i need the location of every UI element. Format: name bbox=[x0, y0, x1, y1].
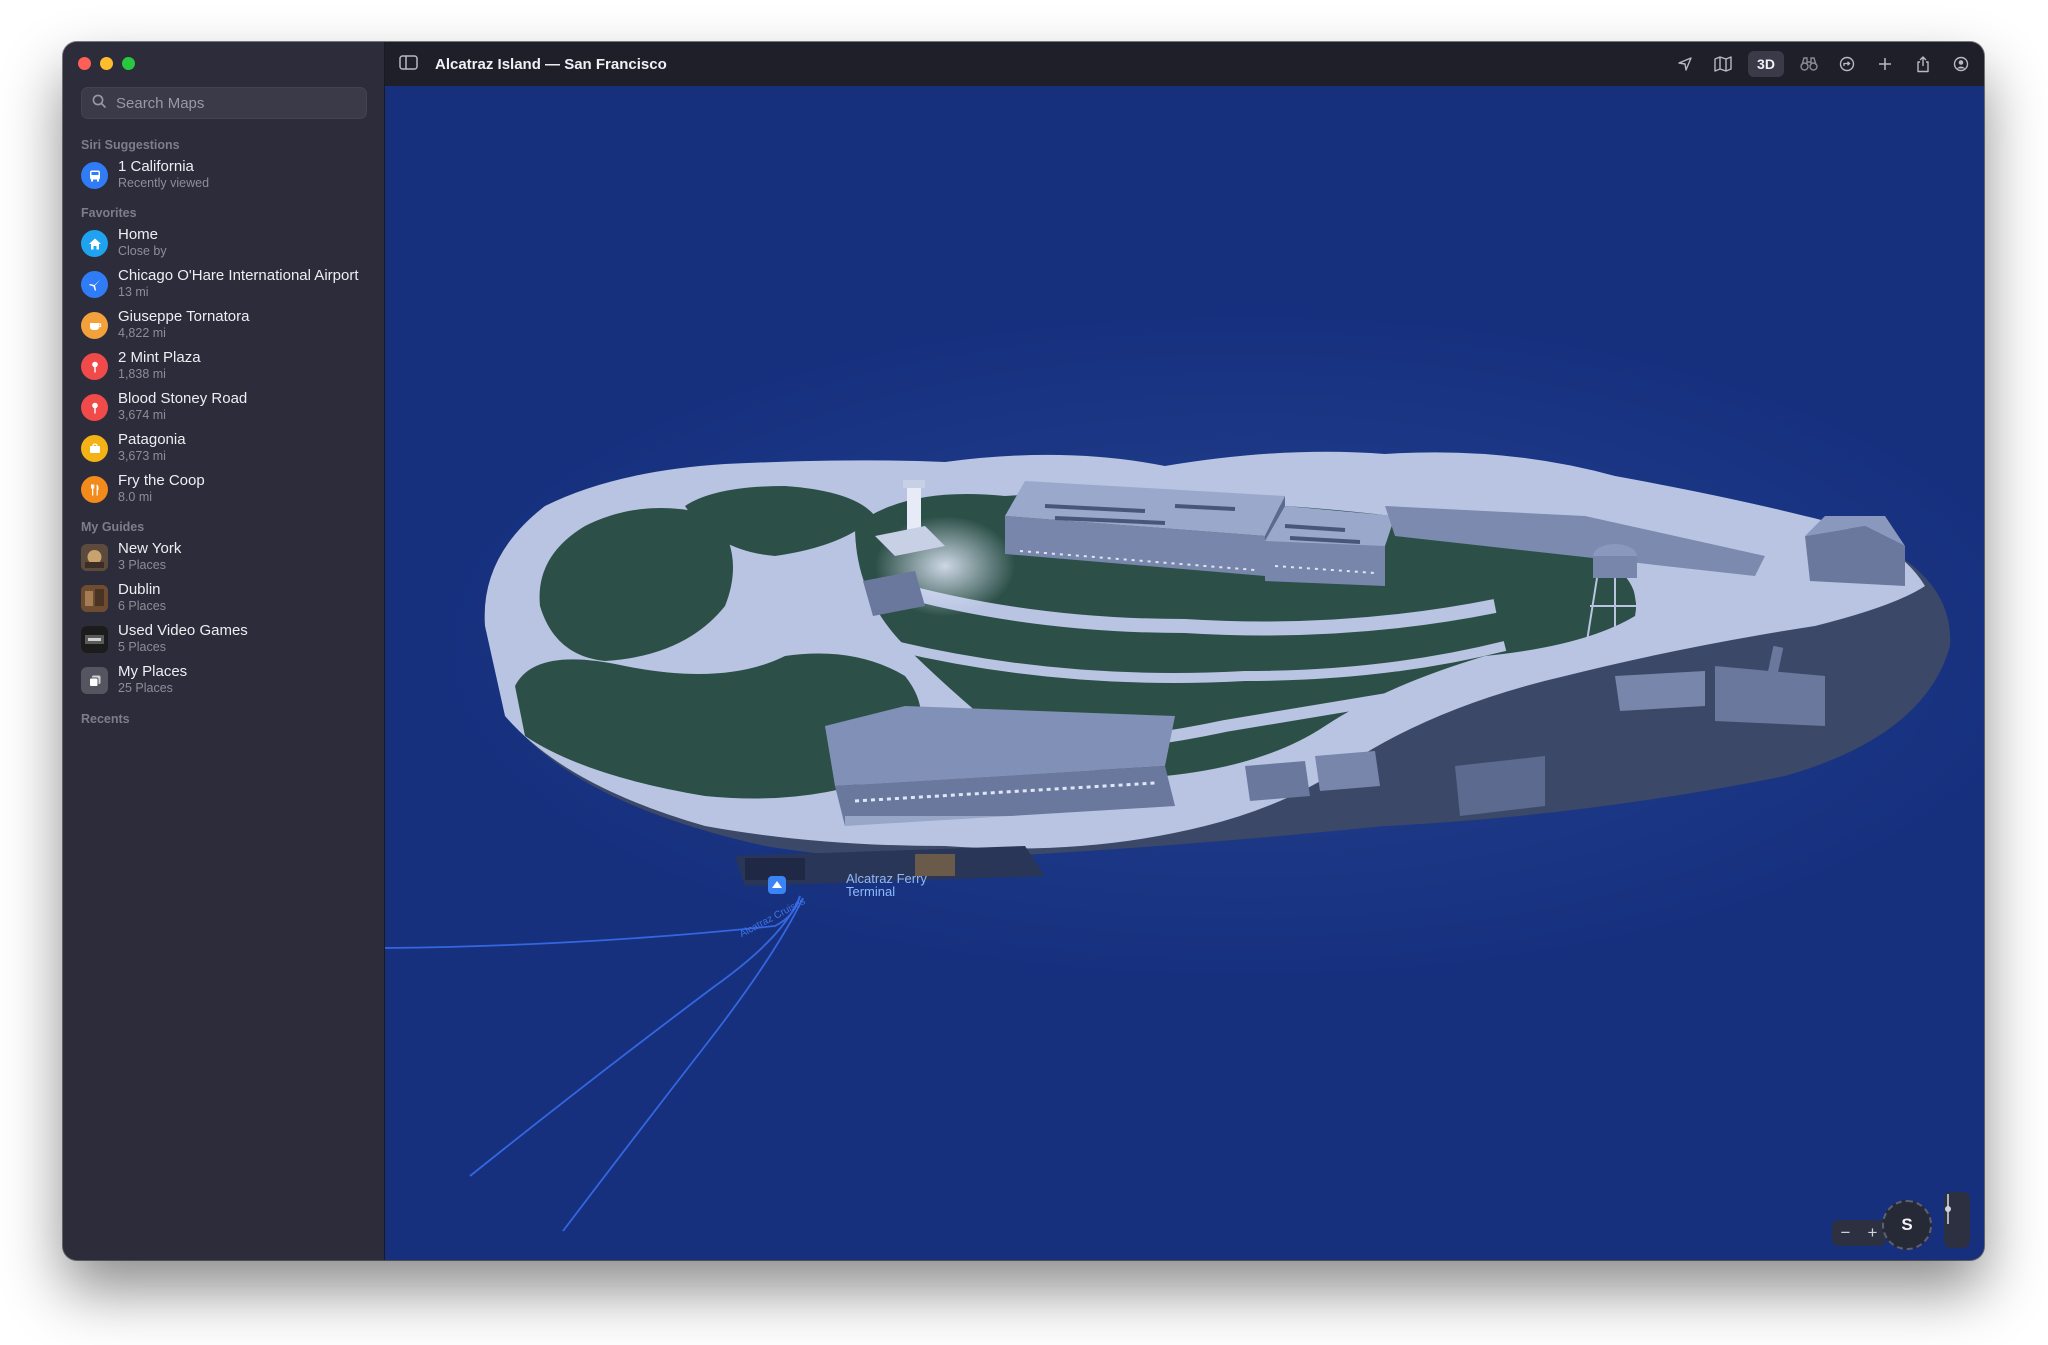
lighthouse-top bbox=[903, 480, 925, 488]
item-subtitle: 4,822 mi bbox=[118, 326, 166, 340]
account-icon[interactable] bbox=[1948, 51, 1974, 77]
3d-button[interactable]: 3D bbox=[1748, 51, 1784, 77]
item-title: Home bbox=[118, 226, 159, 243]
guide-item-my-places[interactable]: My Places 25 Places bbox=[81, 663, 381, 701]
section-favorites: Favorites bbox=[81, 206, 137, 220]
favorite-item-2-mint-plaza[interactable]: 2 Mint Plaza 1,838 mi bbox=[81, 349, 381, 387]
pitch-slider[interactable] bbox=[1944, 1192, 1970, 1248]
location-arrow-icon[interactable] bbox=[1672, 51, 1698, 77]
item-title: Used Video Games bbox=[118, 622, 248, 639]
home-icon bbox=[81, 230, 108, 257]
pin-icon bbox=[81, 353, 108, 380]
ferry-terminal-label-line-2[interactable]: Terminal bbox=[846, 885, 895, 898]
search-input[interactable] bbox=[114, 93, 358, 113]
ruins-building bbox=[1455, 756, 1545, 816]
favorite-item-home[interactable]: Home Close by bbox=[81, 226, 381, 264]
guide-thumb-icon bbox=[81, 626, 108, 653]
item-subtitle: 8.0 mi bbox=[118, 490, 153, 504]
traffic-lights bbox=[78, 57, 135, 70]
directions-icon[interactable] bbox=[1834, 51, 1860, 77]
bus-icon bbox=[81, 162, 108, 189]
favorite-item-fry-the-coop[interactable]: Fry the Coop 8.0 mi bbox=[81, 472, 381, 510]
search-icon bbox=[92, 94, 106, 113]
toolbar: Alcatraz Island — San Francisco 3D bbox=[385, 42, 1984, 87]
section-recents: Recents bbox=[81, 712, 130, 726]
guide-item-dublin[interactable]: Dublin 6 Places bbox=[81, 581, 381, 619]
item-subtitle: 6 Places bbox=[118, 599, 166, 613]
item-title: 1 California bbox=[118, 158, 194, 175]
guide-item-used-video-games[interactable]: Used Video Games 5 Places bbox=[81, 622, 381, 660]
item-subtitle: 13 mi bbox=[118, 285, 149, 299]
map-mode-icon[interactable] bbox=[1710, 51, 1736, 77]
guide-thumb-icon bbox=[81, 544, 108, 571]
item-subtitle: Close by bbox=[118, 244, 167, 258]
favorite-item-giuseppe-tornatora[interactable]: Giuseppe Tornatora 4,822 mi bbox=[81, 308, 381, 346]
building bbox=[1245, 761, 1310, 801]
shopping-icon bbox=[81, 435, 108, 462]
close-window-button[interactable] bbox=[78, 57, 91, 70]
favorite-item-chicago-ohare[interactable]: Chicago O'Hare International Airport 13 m… bbox=[81, 267, 381, 305]
item-subtitle: 3,673 mi bbox=[118, 449, 166, 463]
item-subtitle: 3 Places bbox=[118, 558, 166, 572]
item-title: Chicago O'Hare International Airport bbox=[118, 267, 359, 284]
item-title: My Places bbox=[118, 663, 188, 680]
collection-icon bbox=[81, 667, 108, 694]
siri-item-1-california[interactable]: 1 California Recently viewed bbox=[81, 158, 381, 196]
favorite-item-patagonia[interactable]: Patagonia 3,673 mi bbox=[81, 431, 381, 469]
sidebar: Siri Suggestions 1 CaliforniaRecently vi… bbox=[63, 42, 385, 1260]
cup-icon bbox=[81, 312, 108, 339]
ferry-terminal-pin[interactable] bbox=[768, 876, 786, 894]
guide-item-new-york[interactable]: New York 3 Places bbox=[81, 540, 381, 578]
toolbar-actions: 3D bbox=[1672, 42, 1974, 86]
building bbox=[1615, 671, 1705, 711]
zoom-in-button[interactable]: + bbox=[1868, 1223, 1878, 1243]
item-title: Dublin bbox=[118, 581, 161, 598]
power-house bbox=[1715, 666, 1825, 726]
pin-icon bbox=[81, 394, 108, 421]
map-view[interactable]: Alcatraz Ferry Terminal Alcatraz Cruises… bbox=[385, 86, 1984, 1260]
airplane-icon bbox=[81, 271, 108, 298]
item-title: Patagonia bbox=[118, 431, 186, 448]
building bbox=[1315, 751, 1380, 791]
zoom-out-button[interactable]: − bbox=[1841, 1223, 1851, 1243]
item-subtitle: 3,674 mi bbox=[118, 408, 166, 422]
minimize-window-button[interactable] bbox=[100, 57, 113, 70]
add-icon[interactable] bbox=[1872, 51, 1898, 77]
water-tower-body bbox=[1593, 556, 1637, 578]
sidebar-toggle-icon[interactable] bbox=[399, 54, 419, 77]
item-title: Blood Stoney Road bbox=[118, 390, 248, 407]
item-subtitle: 5 Places bbox=[118, 640, 166, 654]
maps-window: Siri Suggestions 1 CaliforniaRecently vi… bbox=[63, 42, 1984, 1260]
favorite-item-blood-stoney-road[interactable]: Blood Stoney Road 3,674 mi bbox=[81, 390, 381, 428]
compass-heading: S bbox=[1901, 1215, 1913, 1234]
zoom-control: − + bbox=[1832, 1220, 1886, 1246]
item-subtitle: 1,838 mi bbox=[118, 367, 166, 381]
share-icon[interactable] bbox=[1910, 51, 1936, 77]
item-title: Fry the Coop bbox=[118, 472, 205, 489]
fork-knife-icon bbox=[81, 476, 108, 503]
building-64-balcony bbox=[845, 816, 1165, 830]
item-title: Giuseppe Tornatora bbox=[118, 308, 250, 325]
item-title: 2 Mint Plaza bbox=[118, 349, 201, 366]
item-title: New York bbox=[118, 540, 182, 557]
search-field[interactable] bbox=[81, 87, 367, 119]
item-subtitle: Recently viewed bbox=[118, 176, 210, 190]
compass-button[interactable]: S bbox=[1882, 1200, 1932, 1250]
item-subtitle: 25 Places bbox=[118, 681, 173, 695]
window-title: Alcatraz Island — San Francisco bbox=[435, 55, 667, 73]
zoom-window-button[interactable] bbox=[122, 57, 135, 70]
guide-thumb-icon bbox=[81, 585, 108, 612]
map-canvas[interactable] bbox=[385, 86, 1984, 1260]
look-around-binoculars-icon[interactable] bbox=[1796, 51, 1822, 77]
section-siri-suggestions: Siri Suggestions bbox=[81, 138, 180, 152]
section-my-guides: My Guides bbox=[81, 520, 145, 534]
pitch-slider-icon bbox=[1945, 1194, 1951, 1224]
